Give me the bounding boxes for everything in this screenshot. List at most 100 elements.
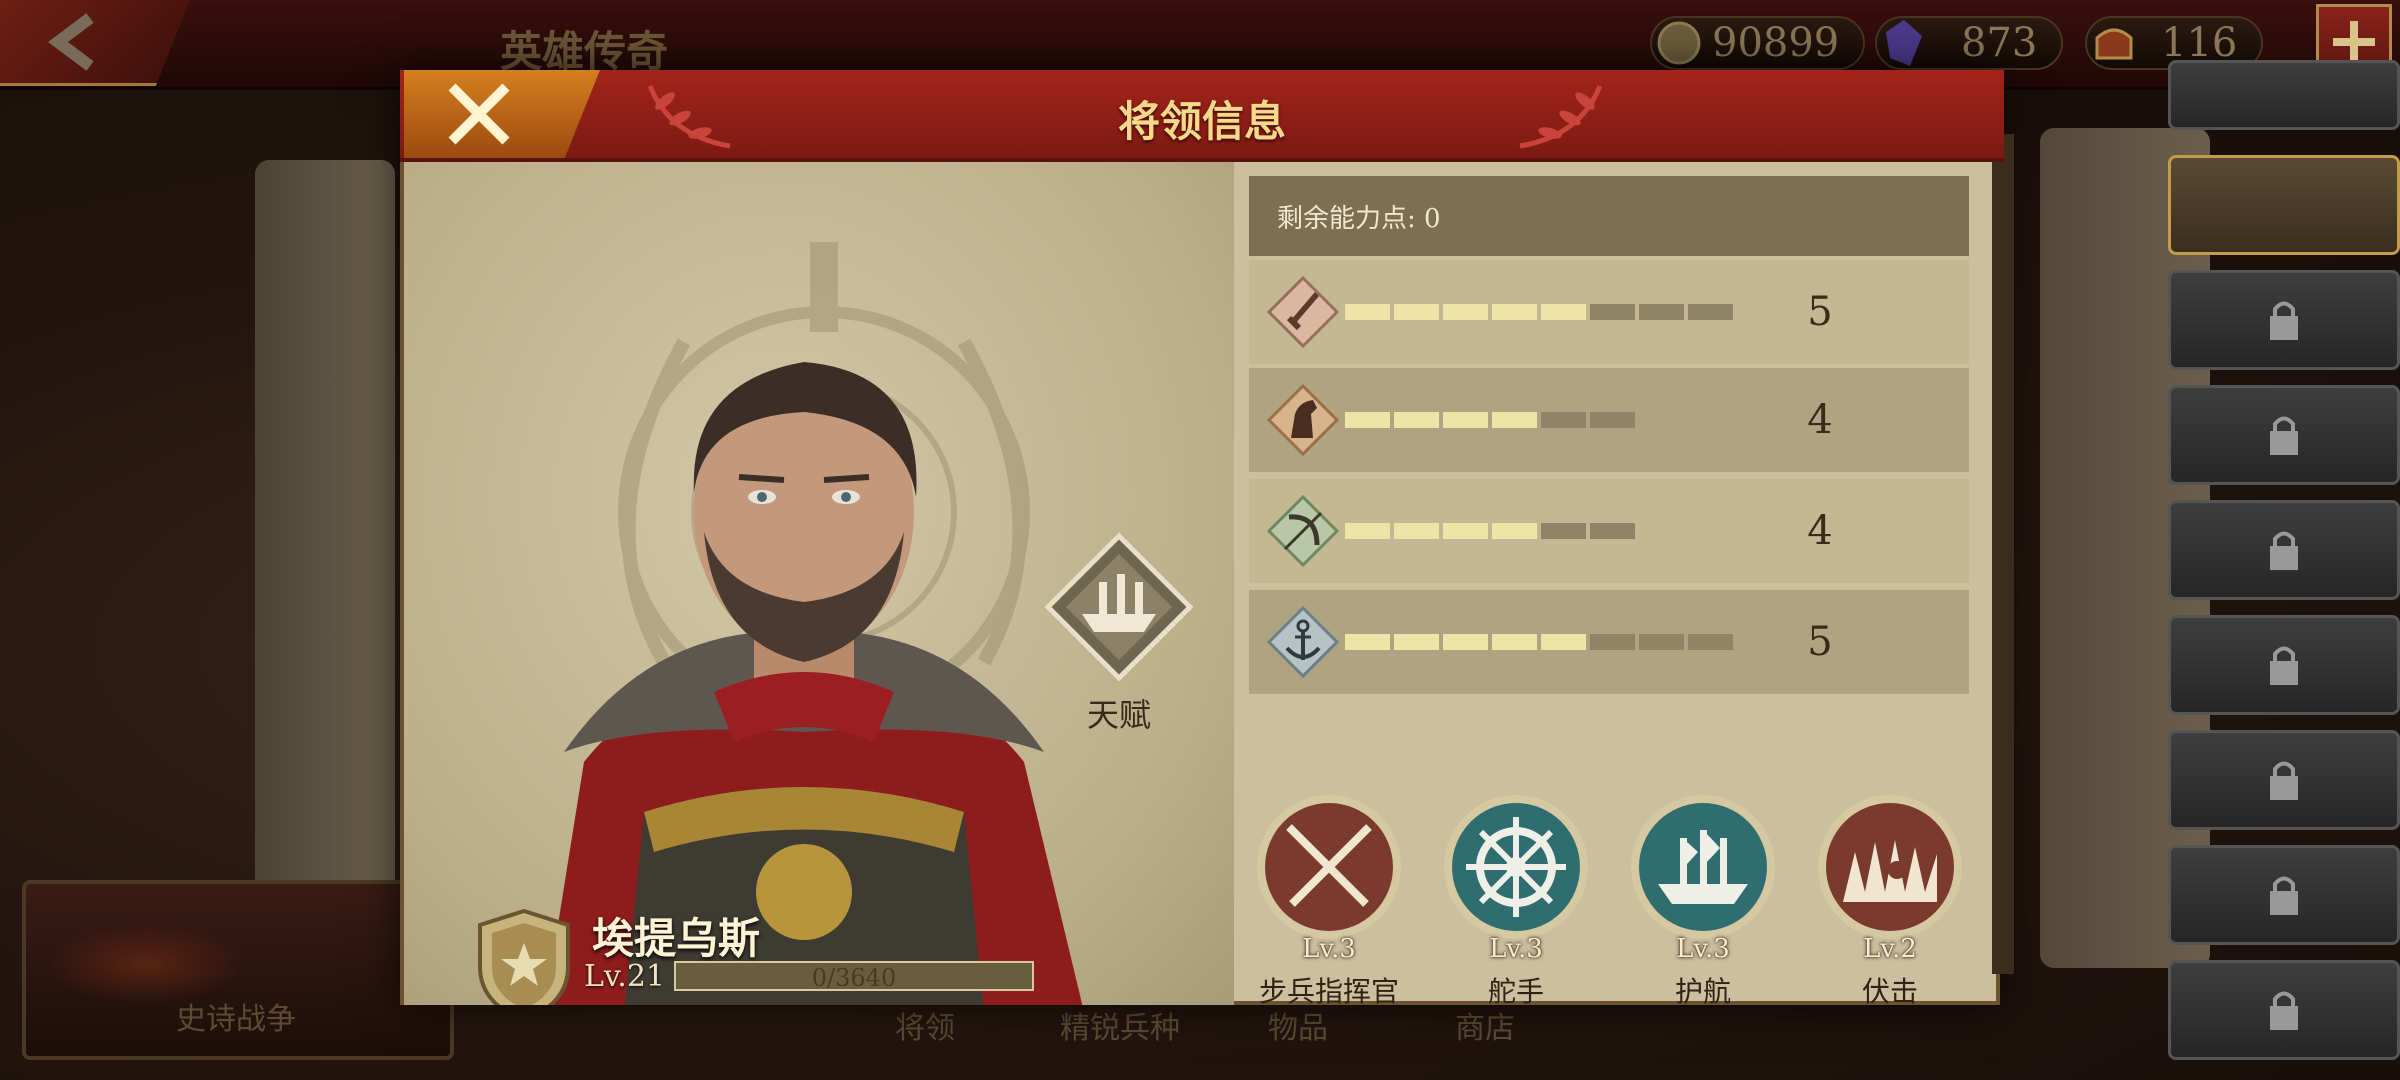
- stat-pip-filled: [1345, 304, 1390, 320]
- rank-shield-icon: [478, 908, 570, 1005]
- stat-pip-empty: [1590, 523, 1635, 539]
- ship-talent-icon: [1044, 532, 1194, 682]
- back-arrow-icon: [48, 13, 94, 71]
- modal-title: 将领信息: [1117, 97, 1286, 146]
- stat-pip-filled: [1541, 304, 1586, 320]
- gem-counter: 873: [1875, 16, 2064, 70]
- ship-wheel-icon: [1444, 795, 1588, 939]
- gem-value: 873: [1961, 20, 2038, 66]
- ambush-icon: [1818, 795, 1962, 939]
- stat-value: 4: [1807, 397, 1833, 443]
- skill-level: Lv.3: [1676, 934, 1730, 964]
- hero-level: Lv.21: [584, 959, 666, 994]
- stat-pip-filled: [1394, 304, 1439, 320]
- stat-row-navy: 5: [1249, 590, 1969, 694]
- building-slot-locked[interactable]: [2168, 845, 2400, 945]
- stat-row-infantry: 5: [1249, 260, 1969, 364]
- building-slot-locked[interactable]: [2168, 385, 2400, 485]
- stat-pip-filled: [1345, 634, 1390, 650]
- building-slot[interactable]: [2168, 60, 2400, 130]
- stat-pip-empty: [1541, 412, 1586, 428]
- stat-value: 5: [1807, 289, 1833, 335]
- stat-row-archer: 4: [1249, 479, 1969, 583]
- building-slot-locked[interactable]: [2168, 270, 2400, 370]
- general-info-modal: 将领信息 天赋 埃提乌斯 Lv.21 0/3640 剩余能力点: 0 5 4 4…: [400, 70, 2014, 1008]
- talent-button[interactable]: 天赋: [1044, 532, 1194, 736]
- stat-value: 5: [1807, 619, 1833, 665]
- skill-level: Lv.2: [1863, 934, 1917, 964]
- stat-pip-empty: [1590, 634, 1635, 650]
- stat-pip-empty: [1639, 304, 1684, 320]
- bow-icon: [1267, 495, 1339, 567]
- stat-pip-filled: [1541, 634, 1586, 650]
- laurel-icon: [1519, 85, 1603, 149]
- helmet-icon: [2087, 16, 2141, 70]
- back-button[interactable]: [0, 0, 190, 86]
- coin-value: 90899: [1712, 20, 1840, 66]
- xp-text: 0/3640: [811, 964, 897, 992]
- stat-pip-empty: [1688, 304, 1733, 320]
- stat-pips: [1345, 523, 1775, 539]
- stat-pip-filled: [1394, 634, 1439, 650]
- lock-icon: [2270, 646, 2298, 685]
- lock-icon: [2270, 301, 2298, 340]
- stat-pip-filled: [1492, 304, 1537, 320]
- skill-level: Lv.3: [1489, 934, 1543, 964]
- hero-portrait: [545, 362, 1083, 1005]
- stat-value: 4: [1807, 508, 1833, 554]
- stat-pip-filled: [1443, 634, 1488, 650]
- coin-icon: [1652, 16, 1706, 70]
- stat-pip-filled: [1443, 304, 1488, 320]
- remaining-points: 剩余能力点: 0: [1249, 176, 1969, 256]
- fleet-icon: [1631, 795, 1775, 939]
- skill-level: Lv.3: [1302, 934, 1356, 964]
- talent-label: 天赋: [1086, 696, 1151, 734]
- stat-pip-filled: [1492, 634, 1537, 650]
- building-slot-locked[interactable]: [2168, 615, 2400, 715]
- stat-pip-filled: [1443, 412, 1488, 428]
- stat-pip-filled: [1345, 523, 1390, 539]
- crossed-swords-icon: [1257, 795, 1401, 939]
- stat-pip-filled: [1492, 523, 1537, 539]
- stat-pip-empty: [1590, 304, 1635, 320]
- tab-elite-units[interactable]: 精锐兵种: [1060, 1003, 1180, 1047]
- skill-escort[interactable]: Lv.3 护航: [1618, 792, 1788, 1010]
- sword-icon: [1267, 276, 1339, 348]
- stat-pips: [1345, 412, 1775, 428]
- lock-icon: [2270, 761, 2298, 800]
- building-slot-selected[interactable]: [2168, 155, 2400, 255]
- skill-name: 步兵指挥官: [1258, 975, 1399, 1008]
- stat-row-cavalry: 4: [1249, 368, 1969, 472]
- modal-edge: [1992, 134, 2014, 974]
- stat-pips: [1345, 634, 1775, 650]
- lock-icon: [2270, 416, 2298, 455]
- stat-pip-filled: [1394, 523, 1439, 539]
- coin-counter: 90899: [1650, 16, 1866, 70]
- anchor-icon: [1267, 606, 1339, 678]
- skill-name: 护航: [1674, 975, 1731, 1008]
- modal-header: 将领信息: [400, 70, 2004, 162]
- skill-name: 舵手: [1487, 975, 1544, 1008]
- close-icon: [448, 83, 510, 145]
- stat-pips: [1345, 304, 1775, 320]
- hero-name: 埃提乌斯: [592, 914, 761, 963]
- building-slot-locked[interactable]: [2168, 730, 2400, 830]
- skill-ambush[interactable]: Lv.2 伏击: [1805, 792, 1975, 1010]
- hero-portrait-area: 天赋 埃提乌斯 Lv.21 0/3640: [404, 162, 1234, 1005]
- xp-bar: 0/3640: [674, 961, 1034, 992]
- skill-helmsman[interactable]: Lv.3 舵手: [1431, 792, 1601, 1010]
- stat-pip-empty: [1639, 634, 1684, 650]
- tab-generals[interactable]: 将领: [895, 1003, 955, 1047]
- horse-icon: [1267, 384, 1339, 456]
- volcano-image: [46, 924, 246, 1004]
- stat-pip-filled: [1443, 523, 1488, 539]
- gem-icon: [1877, 16, 1931, 70]
- skill-name: 伏击: [1861, 975, 1918, 1008]
- stat-pip-empty: [1688, 634, 1733, 650]
- skill-infantry-commander[interactable]: Lv.3 步兵指挥官: [1244, 792, 1414, 1010]
- stat-pip-filled: [1492, 412, 1537, 428]
- stat-pip-empty: [1541, 523, 1586, 539]
- building-slot-locked[interactable]: [2168, 500, 2400, 600]
- hero-info: 埃提乌斯 Lv.21 0/3640: [474, 908, 1174, 1005]
- lock-icon: [2270, 531, 2298, 570]
